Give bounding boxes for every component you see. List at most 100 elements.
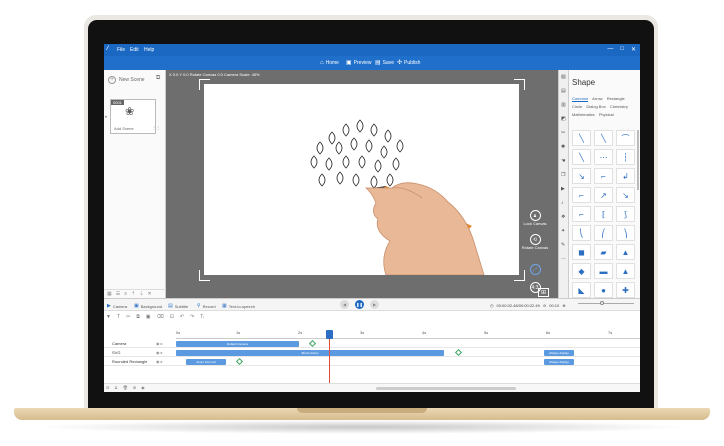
shape-item[interactable]: ↲ <box>616 168 635 184</box>
delete-icon[interactable]: ⌫ <box>157 314 164 320</box>
maximize-button[interactable]: □ <box>620 46 624 53</box>
copy-scene-icon[interactable]: ⧉ <box>156 75 160 82</box>
canvas-settings-icon[interactable]: ⊞ <box>538 288 550 297</box>
timeline-end-bar[interactable]: Always display <box>544 350 574 356</box>
shape-item[interactable]: ↘ <box>572 168 591 184</box>
add-track-icon[interactable]: ⊞ <box>133 385 136 390</box>
category-common[interactable]: Common <box>572 96 589 102</box>
tools-icon[interactable]: ✂ <box>561 130 565 136</box>
hand-icon[interactable]: ☚ <box>561 158 565 164</box>
shape-item[interactable]: ⋯ <box>594 149 613 165</box>
lock-track-icon[interactable]: ⊟ <box>106 385 109 390</box>
scene-menu-icon[interactable]: ⋮⋮ <box>152 125 160 130</box>
shape-item[interactable]: ⎛ <box>594 225 613 241</box>
whiteboard-canvas[interactable] <box>204 84 519 275</box>
shape-item[interactable]: ↗ <box>594 187 613 203</box>
category-physical[interactable]: Physical <box>599 112 614 117</box>
star-icon[interactable]: ✱ <box>561 144 565 150</box>
shape-item[interactable]: ╲ <box>572 149 591 165</box>
svg-icon[interactable]: ❖ <box>561 214 565 220</box>
image-icon[interactable]: ▧ <box>561 74 566 80</box>
zoom-in-icon[interactable]: ⊕ <box>562 303 565 308</box>
shape-item[interactable]: ↘ <box>616 187 635 203</box>
text-icon[interactable]: ▤ <box>561 88 566 94</box>
save-button[interactable]: ▤ Save <box>375 60 394 67</box>
keyframe-marker[interactable] <box>454 348 463 357</box>
shape-item[interactable]: ⟆ <box>616 206 635 222</box>
scene-thumbnail[interactable]: 0001 ❀ Add Scene ⋮⋮ <box>110 99 160 134</box>
close-button[interactable]: ✕ <box>631 46 636 53</box>
shape-panel-scrollbar[interactable] <box>637 130 639 190</box>
category-chemistry[interactable]: Chemistry <box>610 104 628 109</box>
tts-button[interactable]: ▦ Text-to-speech <box>222 303 255 309</box>
shape-item[interactable]: ◆ <box>572 263 591 279</box>
more-icon[interactable]: ⋯ <box>561 256 566 262</box>
shape-item[interactable]: ╲ <box>594 130 613 146</box>
redo-icon[interactable]: ↷ <box>190 314 194 320</box>
paste-icon[interactable]: ▣ <box>146 314 151 320</box>
effect-icon[interactable]: ✦ <box>561 228 565 234</box>
fold-track-icon[interactable]: ⇊ <box>114 385 117 390</box>
shape-item[interactable]: ◼ <box>572 244 591 260</box>
music-icon[interactable]: ♪ <box>561 200 564 206</box>
playhead-handle[interactable] <box>326 330 333 339</box>
filter-icon[interactable]: ▼ <box>106 314 111 320</box>
rotate-canvas-control[interactable]: ⟲ Rotate Canvas <box>520 234 550 250</box>
timeline-end-bar[interactable]: Always display <box>544 359 574 365</box>
grid-icon[interactable]: ▦ <box>107 291 112 297</box>
copy-icon[interactable]: ⧉ <box>136 314 140 320</box>
shape-item[interactable]: ✚ <box>616 282 635 298</box>
record-button[interactable]: ⚲ Record <box>197 303 216 309</box>
align-icon[interactable]: ≡ <box>124 291 127 297</box>
delete-track-icon[interactable]: 🗑︎ <box>123 385 128 390</box>
shape-item[interactable]: ┆ <box>616 149 635 165</box>
shape-item[interactable]: ⎞ <box>616 225 635 241</box>
track-camera[interactable]: Camera ◉ ▸ Default Camera <box>104 339 640 348</box>
crop-icon[interactable]: ⊡ <box>170 314 174 320</box>
next-frame-icon[interactable]: ▶ <box>370 300 379 309</box>
list-icon[interactable]: ☰ <box>116 291 120 297</box>
shape-item[interactable]: ◣ <box>572 282 591 298</box>
layers-icon[interactable]: ❐ <box>561 172 565 178</box>
zoom-out-icon[interactable]: ⊖ <box>543 303 546 308</box>
shape-item[interactable]: ▰ <box>594 244 613 260</box>
background-button[interactable]: ▣ Background <box>134 303 162 309</box>
new-scene-button[interactable]: + New Scene <box>108 76 145 84</box>
chart-icon[interactable]: ▥ <box>561 102 566 108</box>
cut-icon[interactable]: ✂ <box>126 314 130 320</box>
home-button[interactable]: ⌂ Home <box>320 60 339 67</box>
shape-item[interactable]: ● <box>594 282 613 298</box>
shape-item[interactable]: ╲ <box>572 130 591 146</box>
prev-frame-icon[interactable]: ◀ <box>340 300 349 309</box>
minimize-button[interactable]: — <box>607 46 613 53</box>
play-pause-icon[interactable]: ❚❚ <box>355 300 364 309</box>
timeline-zoom-slider[interactable] <box>578 301 634 305</box>
category-arrow[interactable]: Arrow <box>592 96 602 101</box>
track-visibility-icon[interactable]: ◉ ▸ <box>156 341 163 346</box>
timeline-ruler[interactable]: 0s 1s 2s 3s 4s 5s 6s 7s <box>176 330 640 339</box>
brush-icon[interactable]: ✎ <box>561 242 565 248</box>
lock-canvas-control[interactable]: 🔒︎ Lock Canvas <box>520 210 550 226</box>
subtitle-button[interactable]: ▤ Subtitle <box>168 303 188 309</box>
category-mathematics[interactable]: Mathematics <box>572 112 595 117</box>
shape-item[interactable]: ⁅ <box>594 206 613 222</box>
track-visibility-icon[interactable]: ◉ ▸ <box>156 359 163 364</box>
menu-file[interactable]: File <box>117 47 125 53</box>
visibility-icon[interactable]: ◉ <box>141 385 145 390</box>
category-rectangle[interactable]: Rectangle <box>607 96 625 101</box>
track-svg[interactable]: SVG ◉ ▸ Brush drawn Always display <box>104 348 640 357</box>
keyframe-marker[interactable] <box>235 357 244 366</box>
move-up-icon[interactable]: ⇡ <box>131 291 135 297</box>
menu-edit[interactable]: Edit <box>130 47 139 53</box>
menu-help[interactable]: Help <box>144 47 154 53</box>
category-circle[interactable]: Circle <box>572 104 582 109</box>
publish-button[interactable]: ✣ Publish <box>397 60 420 67</box>
timeline-horizontal-scrollbar[interactable] <box>376 387 516 390</box>
timeline-bar[interactable]: Default Camera <box>176 341 299 347</box>
shape-icon[interactable]: ◩ <box>561 116 566 122</box>
move-down-icon[interactable]: ⇣ <box>139 291 143 297</box>
panel-collapse-icon[interactable]: ▸ <box>105 114 108 120</box>
camera-button[interactable]: ▶ Camera <box>107 303 127 309</box>
fit-canvas-control[interactable]: ⤢ <box>520 264 550 275</box>
track-visibility-icon[interactable]: ◉ ▸ <box>156 350 163 355</box>
